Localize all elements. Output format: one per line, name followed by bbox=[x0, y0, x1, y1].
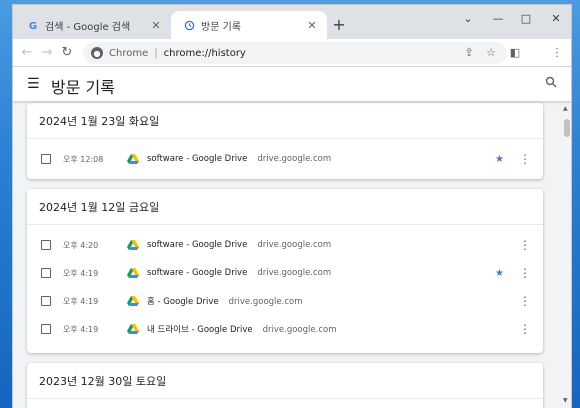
google-drive-icon bbox=[127, 324, 139, 334]
svg-text:G: G bbox=[28, 21, 36, 31]
close-icon[interactable]: ✕ bbox=[305, 18, 319, 32]
more-actions-icon[interactable]: ⋮ bbox=[519, 266, 531, 280]
entry-domain: drive.google.com bbox=[257, 268, 332, 278]
reload-icon[interactable]: ↻ bbox=[59, 45, 75, 61]
google-drive-icon bbox=[127, 240, 139, 250]
new-tab-button[interactable]: + bbox=[331, 17, 347, 33]
entry-time: 오후 4:19 bbox=[63, 296, 99, 306]
page-header: ☰ 방문 기록 bbox=[13, 67, 571, 101]
entry-title: software - Google Drive bbox=[147, 268, 248, 278]
day-title: 2023년 12월 30일 토요일 bbox=[27, 363, 543, 399]
address-origin: Chrome bbox=[109, 47, 149, 59]
bookmarked-star-icon[interactable]: ★ bbox=[495, 268, 504, 279]
minimize-button[interactable]: — bbox=[487, 11, 509, 27]
more-actions-icon[interactable]: ⋮ bbox=[519, 322, 531, 336]
entry-link[interactable]: 내 드라이브 - Google Drive drive.google.com bbox=[147, 323, 336, 335]
history-entry[interactable]: 오후 4:19 홈 - Google Drive drive.google.com… bbox=[27, 287, 543, 315]
history-page: ☰ 방문 기록 2024년 1월 23일 화요일 오후 12:08 softwa… bbox=[13, 67, 571, 408]
more-actions-icon[interactable]: ⋮ bbox=[519, 294, 531, 308]
more-actions-icon[interactable]: ⋮ bbox=[519, 152, 531, 166]
scroll-up-arrow-icon[interactable]: ▲ bbox=[563, 105, 568, 112]
day-title: 2024년 1월 12일 금요일 bbox=[27, 189, 543, 225]
history-entry[interactable]: 오후 12:08 software - Google Drive drive.go… bbox=[27, 145, 543, 173]
history-entry[interactable]: 오후 4:19 내 드라이브 - Google Drive drive.googl… bbox=[27, 315, 543, 343]
entry-title: 홈 - Google Drive bbox=[147, 297, 219, 307]
entry-link[interactable]: 홈 - Google Drive drive.google.com bbox=[147, 295, 303, 307]
entry-title: software - Google Drive bbox=[147, 240, 248, 250]
close-window-button[interactable]: ✕ bbox=[545, 11, 567, 27]
entry-time: 오후 12:08 bbox=[63, 154, 104, 164]
scroll-down-arrow-icon[interactable]: ▼ bbox=[563, 397, 568, 404]
bookmark-star-icon[interactable]: ☆ bbox=[483, 45, 499, 61]
bookmarked-star-icon[interactable]: ★ bbox=[495, 154, 504, 165]
entry-time: 오후 4:19 bbox=[63, 268, 99, 278]
toolbar: ← → ↻ ● Chrome | chrome://history ⇪ ☆ ◧ … bbox=[13, 39, 571, 67]
entry-link[interactable]: software - Google Drive drive.google.com bbox=[147, 154, 331, 164]
tab-title: 검색 - Google 검색 bbox=[45, 21, 131, 33]
scrollbar[interactable]: ▲ ▼ bbox=[563, 105, 571, 405]
menu-icon[interactable]: ☰ bbox=[27, 77, 41, 91]
more-menu-icon[interactable]: ⋮ bbox=[549, 45, 565, 61]
google-drive-icon bbox=[127, 154, 139, 164]
history-icon bbox=[183, 19, 195, 31]
tab-search-chevron-icon[interactable]: ⌄ bbox=[457, 11, 479, 27]
entry-domain: drive.google.com bbox=[257, 154, 332, 164]
browser-window: G 검색 - Google 검색 ✕ 방문 기록 ✕ + ⌄ — □ ✕ ← →… bbox=[12, 4, 572, 408]
google-icon: G bbox=[27, 19, 39, 31]
scroll-thumb[interactable] bbox=[564, 119, 570, 137]
tab-google-search[interactable]: G 검색 - Google 검색 ✕ bbox=[15, 11, 171, 39]
tab-strip: G 검색 - Google 검색 ✕ 방문 기록 ✕ + ⌄ — □ ✕ bbox=[13, 5, 571, 39]
history-day-card: 2023년 12월 30일 토요일 bbox=[27, 363, 543, 408]
forward-arrow-icon[interactable]: → bbox=[39, 45, 55, 61]
entry-checkbox[interactable] bbox=[41, 268, 51, 278]
address-url: chrome://history bbox=[163, 47, 246, 59]
share-icon[interactable]: ⇪ bbox=[461, 45, 477, 61]
day-title: 2024년 1월 23일 화요일 bbox=[27, 103, 543, 139]
history-day-card: 2024년 1월 12일 금요일 오후 4:20 software - Goog… bbox=[27, 189, 543, 353]
back-arrow-icon[interactable]: ← bbox=[19, 45, 35, 61]
google-drive-icon bbox=[127, 268, 139, 278]
entry-checkbox[interactable] bbox=[41, 240, 51, 250]
entry-domain: drive.google.com bbox=[262, 325, 337, 335]
entry-title: 내 드라이브 - Google Drive bbox=[147, 325, 253, 335]
entry-checkbox[interactable] bbox=[41, 324, 51, 334]
address-bar[interactable]: ● Chrome | chrome://history bbox=[83, 42, 507, 64]
entry-title: software - Google Drive bbox=[147, 154, 248, 164]
history-day-card: 2024년 1월 23일 화요일 오후 12:08 software - Goo… bbox=[27, 103, 543, 179]
entry-checkbox[interactable] bbox=[41, 296, 51, 306]
more-actions-icon[interactable]: ⋮ bbox=[519, 238, 531, 252]
tab-title: 방문 기록 bbox=[201, 21, 241, 33]
page-title: 방문 기록 bbox=[51, 78, 115, 97]
entry-time: 오후 4:20 bbox=[63, 240, 99, 250]
maximize-button[interactable]: □ bbox=[515, 11, 537, 27]
close-icon[interactable]: ✕ bbox=[149, 18, 163, 32]
search-icon[interactable] bbox=[545, 76, 559, 90]
entry-domain: drive.google.com bbox=[228, 297, 303, 307]
address-separator: | bbox=[154, 47, 158, 59]
history-entry[interactable]: 오후 4:20 software - Google Drive drive.goo… bbox=[27, 231, 543, 259]
google-drive-icon bbox=[127, 296, 139, 306]
entry-checkbox[interactable] bbox=[41, 154, 51, 164]
entry-link[interactable]: software - Google Drive drive.google.com bbox=[147, 240, 331, 250]
entry-link[interactable]: software - Google Drive drive.google.com bbox=[147, 268, 331, 278]
chrome-icon: ● bbox=[91, 47, 103, 59]
entry-time: 오후 4:19 bbox=[63, 324, 99, 334]
side-panel-icon[interactable]: ◧ bbox=[507, 45, 523, 61]
entry-domain: drive.google.com bbox=[257, 240, 332, 250]
history-entry[interactable]: 오후 4:19 software - Google Drive drive.goo… bbox=[27, 259, 543, 287]
tab-history[interactable]: 방문 기록 ✕ bbox=[171, 11, 327, 39]
